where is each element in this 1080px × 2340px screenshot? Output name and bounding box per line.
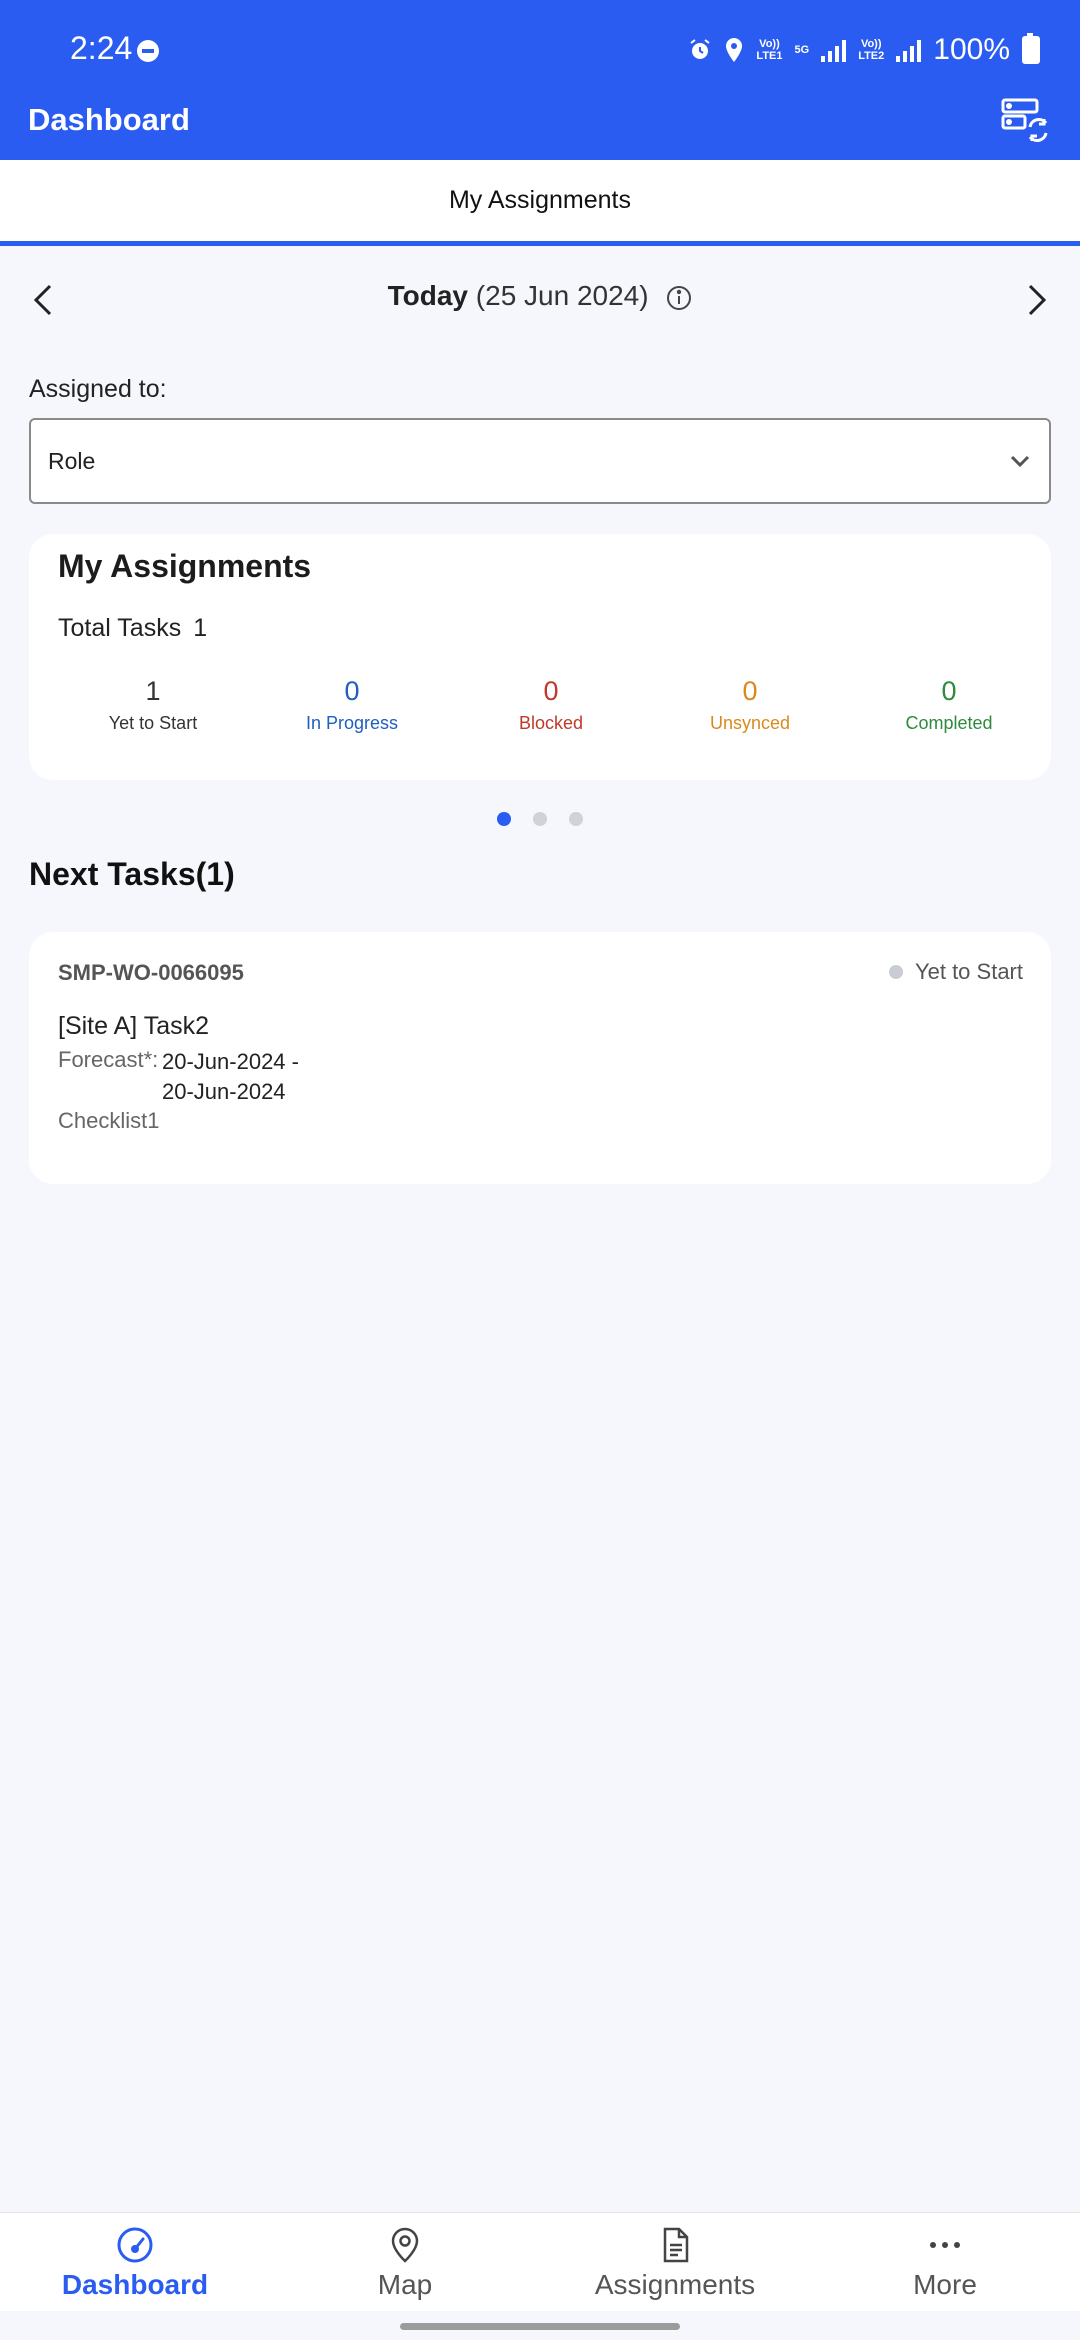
page-title: Dashboard [28, 102, 190, 137]
home-indicator[interactable] [400, 2323, 680, 2330]
stat-value: 0 [941, 676, 957, 706]
nav-label: Dashboard [61, 2269, 209, 2300]
app-bar: Dashboard [0, 97, 1080, 160]
assigned-to-select[interactable]: Role [29, 418, 1051, 504]
more-icon [930, 2242, 960, 2248]
pager-dot[interactable] [497, 812, 511, 826]
network-lte1-label: Vo)) LTE1 [756, 38, 783, 62]
task-id: SMP-WO-0066095 [58, 960, 244, 985]
assignments-summary-card: My Assignments Total Tasks 1 1 Yet to Sta… [29, 534, 1051, 780]
location-icon [726, 38, 743, 62]
pager-dot[interactable] [569, 812, 583, 826]
stat-label: Unsynced [709, 713, 791, 733]
nav-assignments[interactable]: Assignments [540, 2213, 810, 2311]
tab-bar: My Assignments [0, 160, 1080, 246]
status-dot-icon [888, 965, 903, 979]
alarm-icon [690, 39, 711, 59]
forecast-start: 20-Jun-2024 - [162, 1049, 299, 1074]
stat-label: Blocked [518, 713, 584, 733]
date-navigator: Today (25 Jun 2024) [0, 270, 1080, 350]
network-5g-label: 5G [794, 44, 810, 56]
signal-icon [821, 38, 847, 62]
battery-icon [1022, 33, 1040, 64]
carousel-pager [0, 812, 1080, 826]
task-status: Yet to Start [888, 959, 1023, 985]
date-label: Today (25 Jun 2024) [0, 280, 1080, 312]
status-bar: 2:24 Vo)) LTE1 5G Vo)) LTE2 100% [0, 0, 1080, 100]
task-checklist: Checklist1 [58, 1108, 160, 1133]
pager-dot[interactable] [533, 812, 547, 826]
stat-unsynced[interactable]: 0 Unsynced [656, 676, 844, 734]
nav-label: More [913, 2269, 977, 2300]
stat-label: In Progress [305, 713, 399, 733]
chevron-down-icon [1010, 455, 1030, 468]
next-tasks-heading: Next Tasks(1) [29, 856, 235, 892]
nav-more[interactable]: More [810, 2213, 1080, 2311]
forecast-label: Forecast*: [58, 1047, 159, 1072]
stat-value: 0 [543, 676, 559, 706]
task-status-label: Yet to Start [914, 959, 1023, 984]
total-tasks-value: 1 [193, 614, 208, 642]
bottom-navigation: Dashboard Map Assignments More [0, 2212, 1080, 2311]
battery-percent: 100% [933, 33, 1010, 66]
map-pin-icon [391, 2227, 419, 2263]
task-card[interactable]: SMP-WO-0066095 Yet to Start [Site A] Tas… [29, 932, 1051, 1184]
server-sync-icon[interactable] [1000, 97, 1050, 143]
forecast-dates: 20-Jun-2024 - 20-Jun-2024 [162, 1047, 299, 1107]
stat-yet-to-start[interactable]: 1 Yet to Start [59, 676, 247, 734]
total-tasks: Total Tasks 1 [58, 614, 207, 643]
status-icons: Vo)) LTE1 5G Vo)) LTE2 100% [688, 28, 1040, 72]
forecast-end: 20-Jun-2024 [162, 1079, 286, 1104]
nav-dashboard[interactable]: Dashboard [0, 2213, 270, 2311]
do-not-disturb-icon [137, 40, 159, 62]
nav-label: Assignments [594, 2269, 756, 2300]
gauge-icon [117, 2227, 153, 2263]
stat-value: 0 [344, 676, 360, 706]
document-icon [663, 2227, 689, 2263]
total-tasks-label: Total Tasks [58, 614, 182, 642]
stat-label: Completed [905, 713, 993, 733]
task-status-stats: 1 Yet to Start 0 In Progress 0 Blocked 0… [59, 676, 1043, 734]
stat-in-progress[interactable]: 0 In Progress [258, 676, 446, 734]
signal-icon [896, 38, 922, 62]
status-time: 2:24 [70, 30, 133, 66]
tab-my-assignments[interactable]: My Assignments [0, 186, 1080, 215]
date-value: (25 Jun 2024) [475, 280, 649, 311]
nav-label: Map [377, 2269, 433, 2300]
assigned-to-label: Assigned to: [29, 375, 167, 403]
date-day: Today [387, 280, 469, 311]
stat-value: 0 [742, 676, 758, 706]
summary-title: My Assignments [58, 548, 312, 584]
info-icon[interactable] [666, 285, 692, 311]
task-name: [Site A] Task2 [58, 1012, 210, 1040]
stat-completed[interactable]: 0 Completed [855, 676, 1043, 734]
network-lte2-label: Vo)) LTE2 [858, 38, 885, 62]
stat-label: Yet to Start [108, 713, 198, 733]
stat-value: 1 [145, 676, 161, 706]
nav-map[interactable]: Map [270, 2213, 540, 2311]
assigned-to-value: Role [48, 448, 96, 474]
stat-blocked[interactable]: 0 Blocked [457, 676, 645, 734]
chevron-right-icon[interactable] [1016, 280, 1056, 320]
